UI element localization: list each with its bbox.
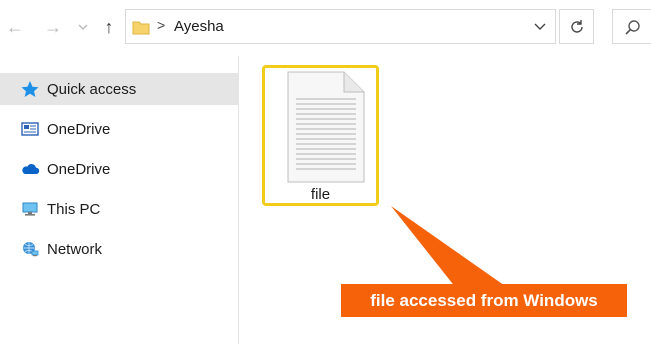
annotation-callout: file accessed from Windows [341,284,627,317]
